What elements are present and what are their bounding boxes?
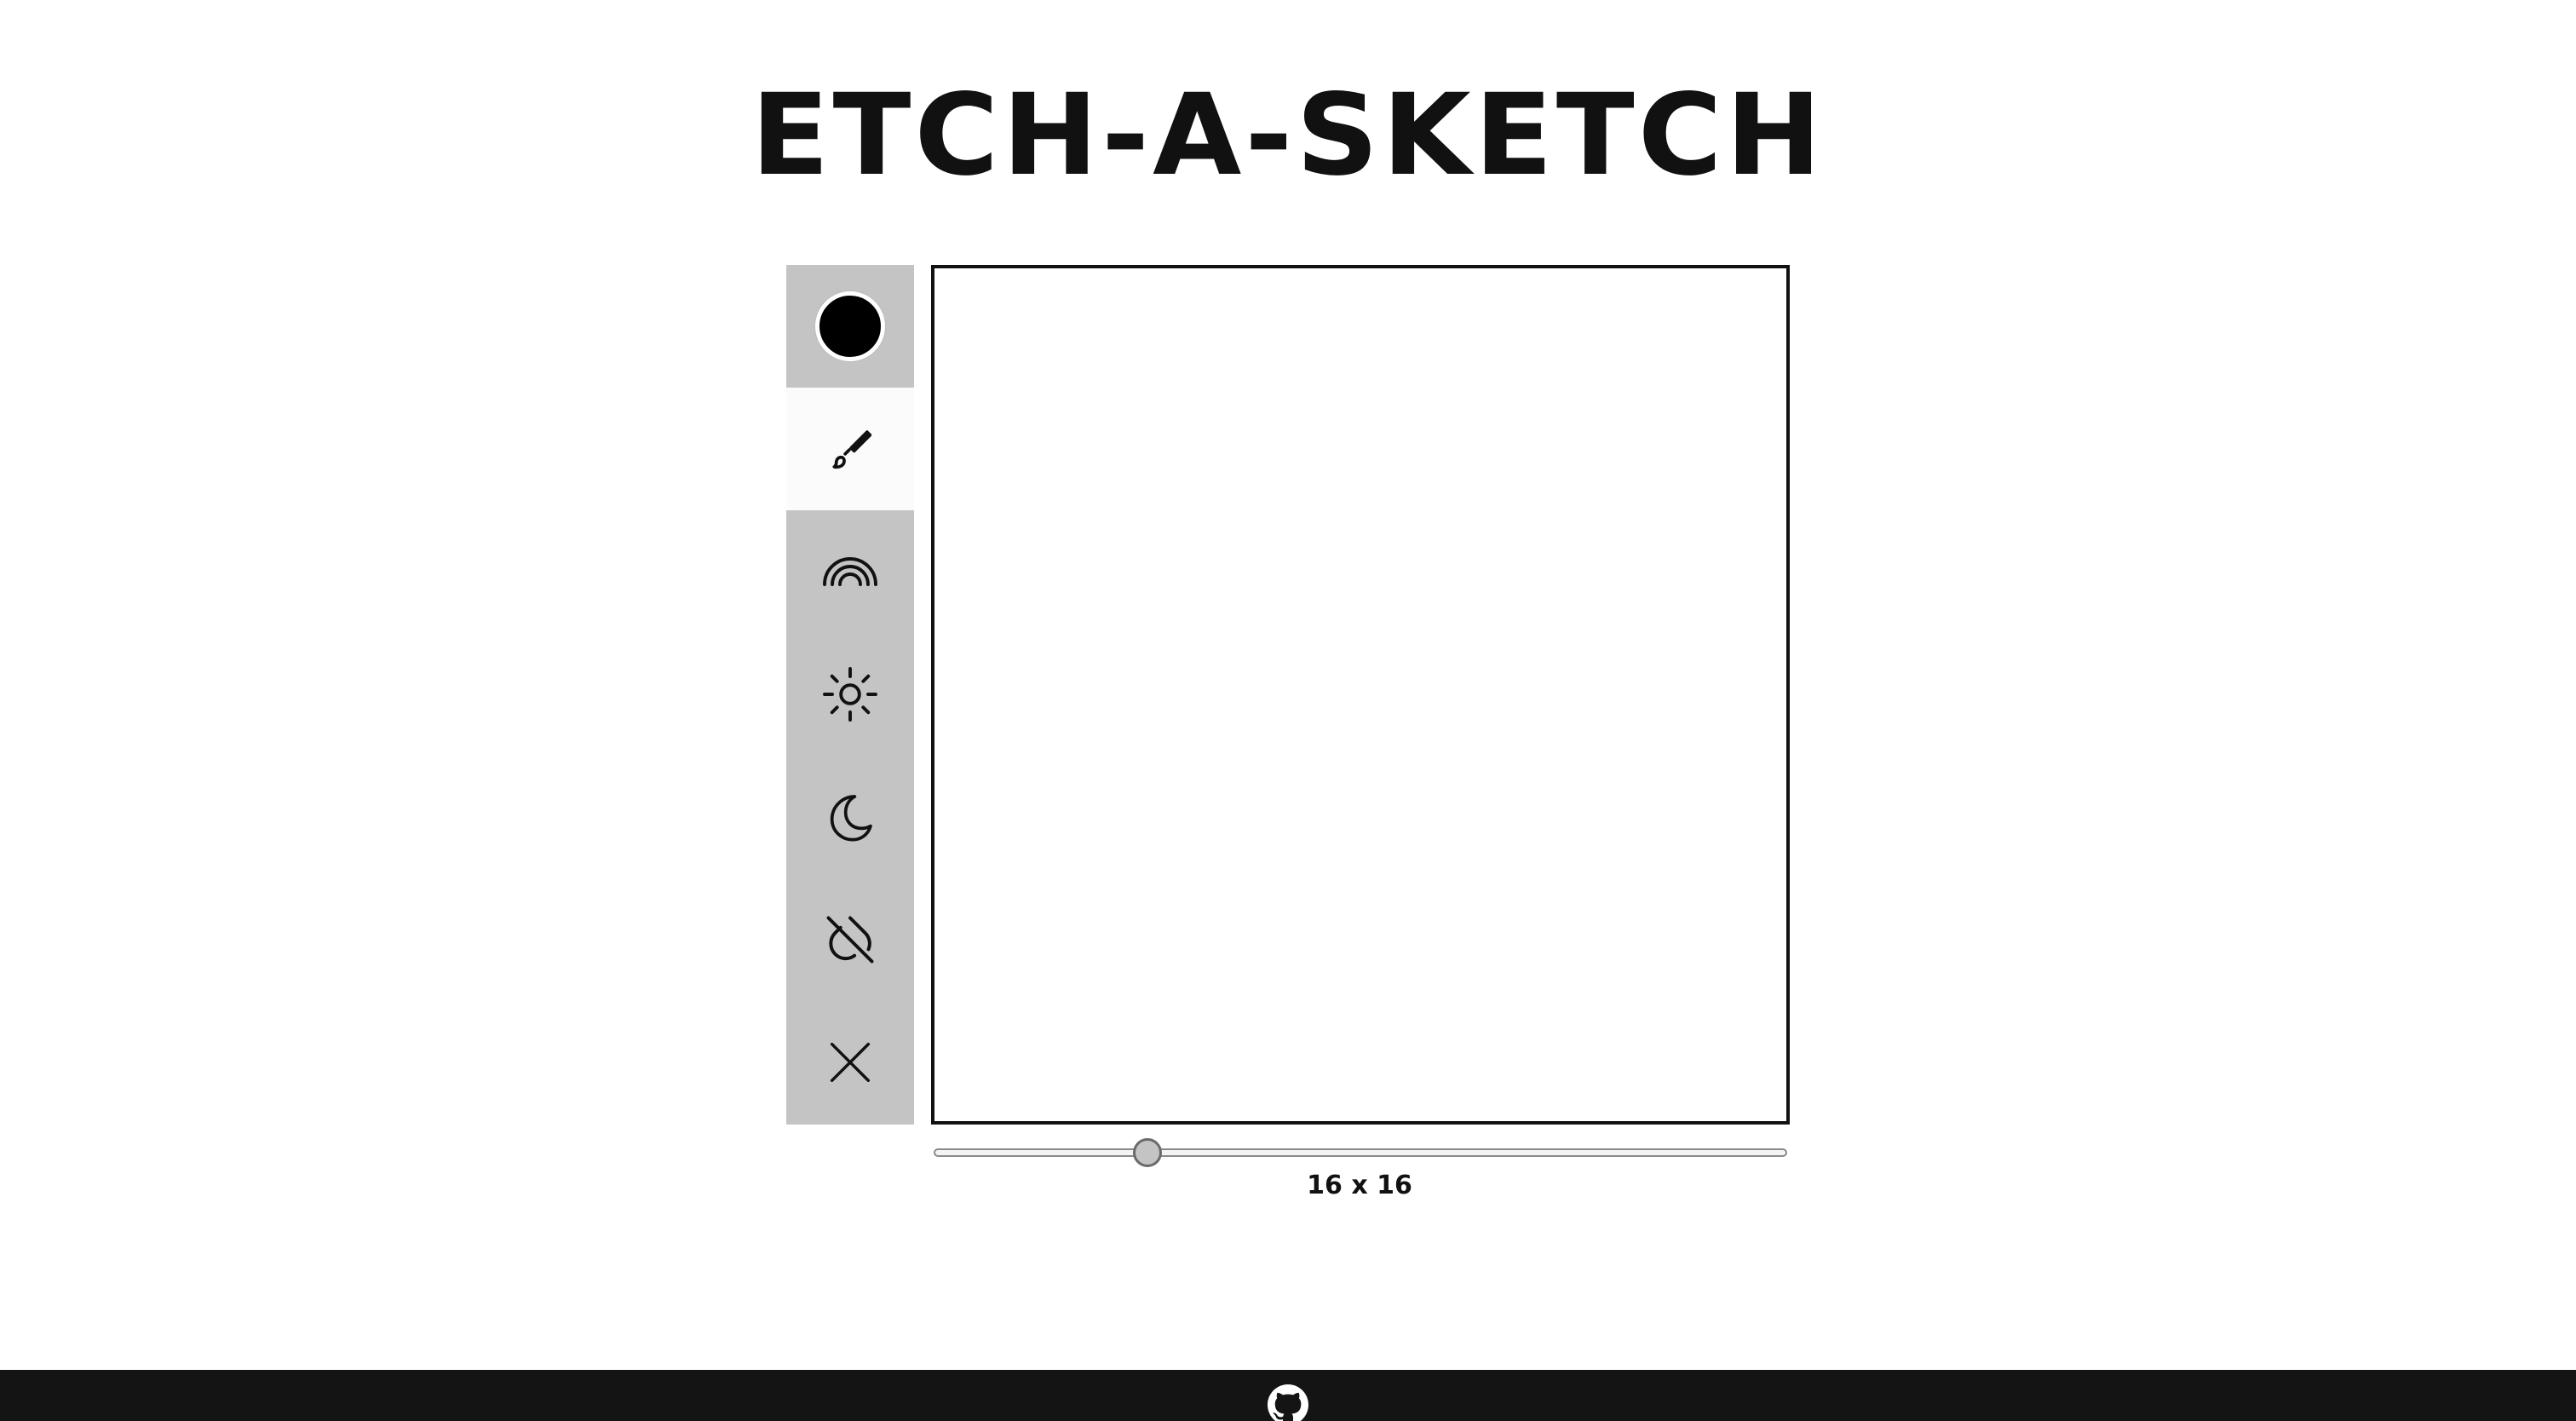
rainbow-icon: [823, 557, 877, 586]
drawing-canvas[interactable]: [931, 265, 1790, 1125]
sun-icon: [823, 667, 877, 722]
footer: [0, 1370, 2576, 1421]
page-title: ETCH-A-SKETCH: [750, 70, 1826, 201]
darken-button[interactable]: [786, 756, 914, 878]
brush-icon: [832, 430, 872, 469]
grid-size-slider[interactable]: [934, 1148, 1787, 1157]
no-color-icon: [826, 916, 874, 964]
grid-size-slider-thumb[interactable]: [1132, 1138, 1162, 1167]
eraser-button[interactable]: [786, 878, 914, 1001]
github-link[interactable]: [1268, 1384, 1308, 1421]
grid-size-label: 16 x 16: [1307, 1171, 1412, 1200]
brush-button[interactable]: [786, 388, 914, 510]
moon-icon: [830, 795, 872, 842]
close-icon: [830, 1042, 871, 1083]
github-icon: [1268, 1384, 1308, 1421]
lighten-button[interactable]: [786, 633, 914, 756]
color-swatch[interactable]: [815, 291, 885, 361]
clear-button[interactable]: [786, 1001, 914, 1124]
page: ETCH-A-SKETCH 16 x 16: [0, 0, 2576, 1421]
rainbow-button[interactable]: [786, 510, 914, 633]
tool-sidebar: [786, 265, 914, 1125]
color-picker-button[interactable]: [786, 265, 914, 388]
